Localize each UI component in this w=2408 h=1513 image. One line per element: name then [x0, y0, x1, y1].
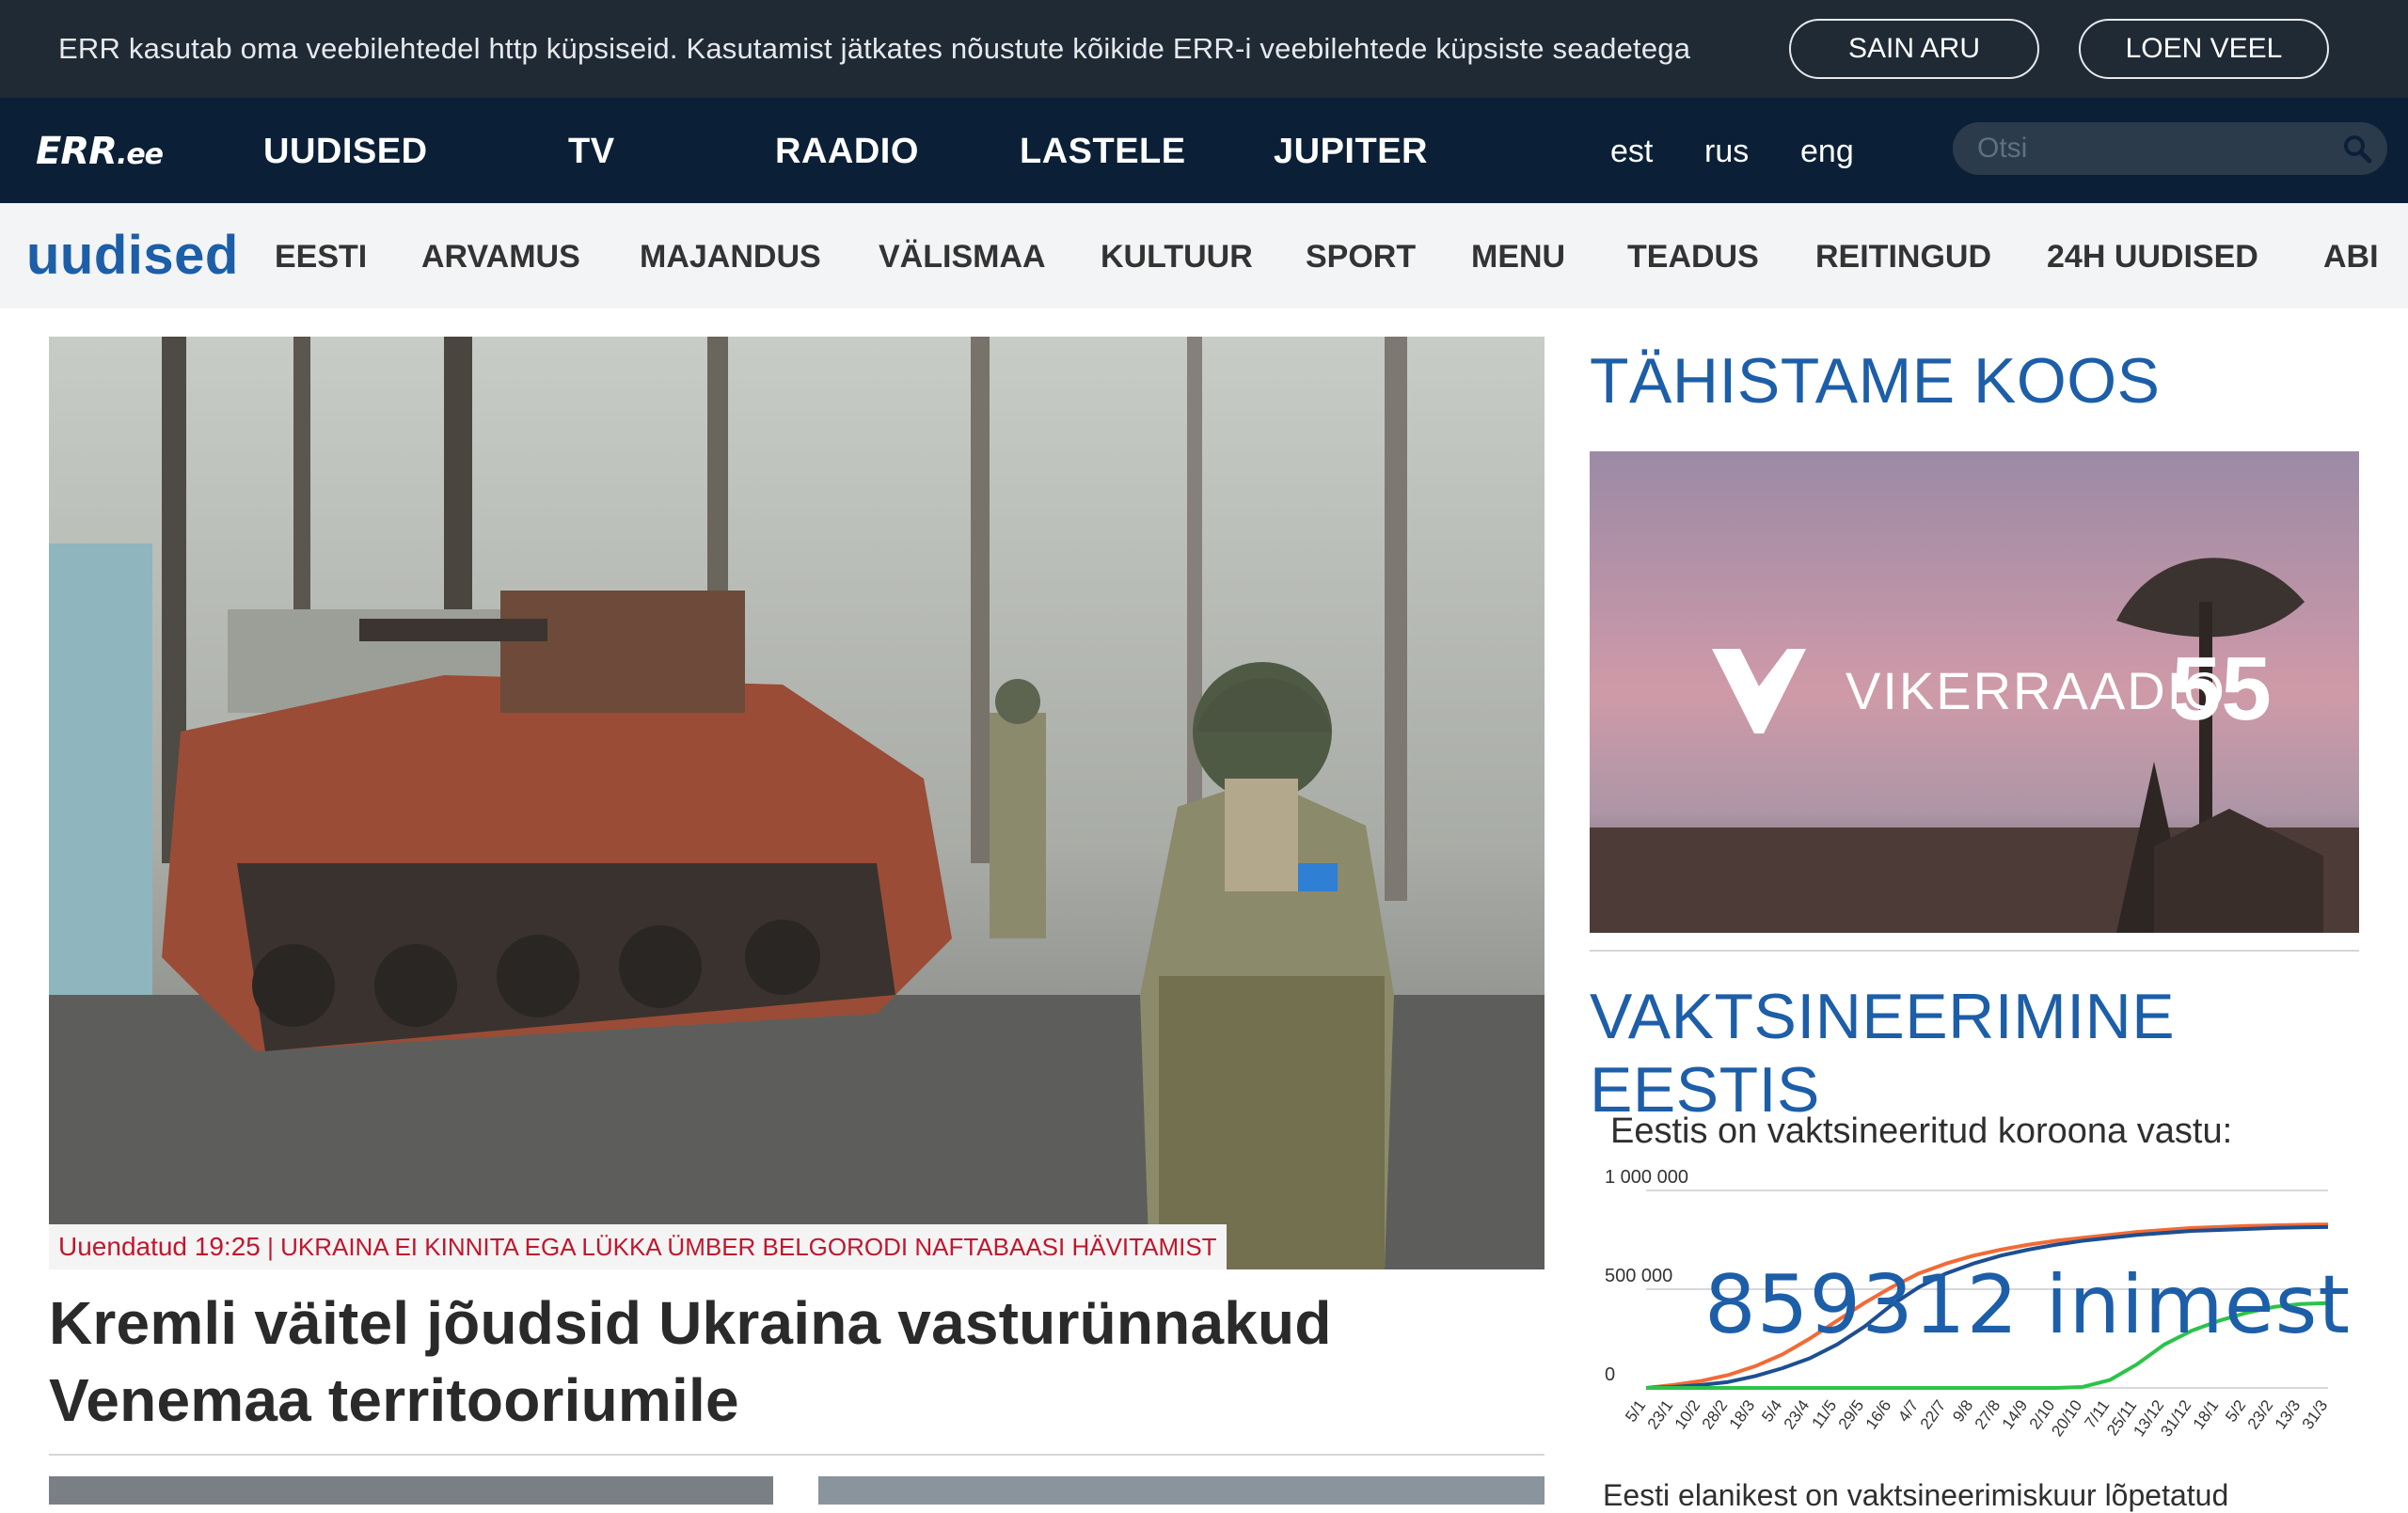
- subnav-teadus[interactable]: TEADUS: [1627, 239, 1759, 276]
- chart-x-tick-label: 22/7: [1917, 1396, 1950, 1432]
- lang-eng[interactable]: eng: [1800, 134, 1854, 170]
- tag-topic: UKRAINA EI KINNITA EGA LÜKKA ÜMBER BELGO…: [280, 1232, 1217, 1261]
- logo-suffix: .ee: [116, 138, 164, 171]
- chart-x-tick-label: 18/1: [2190, 1396, 2223, 1432]
- subnav-eesti[interactable]: EESTI: [275, 239, 367, 276]
- vaccination-subtitle: Eestis on vaktsineeritud koroona vastu:: [1610, 1111, 2233, 1151]
- chart-y-tick-label: 0: [1605, 1364, 1615, 1385]
- nav-lastele[interactable]: LASTELE: [1020, 132, 1186, 172]
- subnav-menu[interactable]: MENU: [1471, 239, 1565, 276]
- read-more-cookies-button[interactable]: LOEN VEEL: [2079, 19, 2329, 79]
- logo-text: ERR: [36, 130, 118, 173]
- chart-x-tick-label: 27/8: [1972, 1396, 2004, 1432]
- chart-x-tick-label: 28/2: [1699, 1396, 1732, 1432]
- sidebar-divider: [1590, 950, 2359, 952]
- vikerraadio-promo[interactable]: VIKERRAADIO 55: [1590, 451, 2359, 933]
- nav-uudised[interactable]: UUDISED: [263, 132, 428, 172]
- chart-x-tick-label: 16/6: [1862, 1396, 1895, 1432]
- chart-x-tick-label: 31/12: [2157, 1396, 2194, 1440]
- vaccination-title: VAKTSINEERIMINE EESTIS: [1590, 981, 2176, 1126]
- chart-x-tick-label: 23/4: [1781, 1396, 1814, 1432]
- tag-separator: |: [267, 1232, 274, 1261]
- subnav-24h-uudised[interactable]: 24H UUDISED: [2047, 239, 2258, 276]
- vaccination-footer: Eesti elanikest on vaktsineerimiskuur lõ…: [1603, 1478, 2229, 1512]
- article-thumbnail[interactable]: [49, 1476, 773, 1505]
- search-box: [1953, 122, 2387, 175]
- subnav-kultuur[interactable]: KULTUUR: [1101, 239, 1253, 276]
- hero-photo: [49, 337, 1545, 1269]
- article-headline[interactable]: Kremli väitel jõudsid Ukraina vasturünna…: [49, 1284, 1545, 1439]
- promo-brand: VIKERRAADIO: [1846, 661, 2226, 720]
- chart-x-tick-label: 10/2: [1671, 1396, 1704, 1432]
- chart-x-tick-label: 13/3: [2272, 1396, 2305, 1432]
- chart-x-tick-label: 20/10: [2048, 1396, 2085, 1440]
- chart-x-tick-label: 23/1: [1644, 1396, 1677, 1432]
- chart-x-tick-label: 18/3: [1726, 1396, 1759, 1432]
- article-divider: [49, 1454, 1545, 1456]
- nav-tv[interactable]: TV: [568, 132, 615, 172]
- nav-raadio[interactable]: RAADIO: [775, 132, 919, 172]
- vaccination-count: 859312 inimest: [1704, 1258, 2352, 1352]
- chart-x-tick-label: 29/5: [1835, 1396, 1868, 1432]
- promo-title: TÄHISTAME KOOS: [1590, 345, 2161, 417]
- vikerraadio-logo-icon: [1712, 649, 1806, 733]
- lang-rus[interactable]: rus: [1704, 134, 1749, 170]
- article-thumbnail[interactable]: [818, 1476, 1545, 1505]
- subnav-majandus[interactable]: MAJANDUS: [640, 239, 821, 276]
- chart-x-tick-label: 31/3: [2299, 1396, 2332, 1432]
- updated-label: Uuendatud 19:25: [58, 1232, 261, 1261]
- section-navigation: uudised EESTI ARVAMUS MAJANDUS VÄLISMAA …: [0, 203, 2408, 308]
- cookie-text: ERR kasutab oma veebilehtedel http küpsi…: [58, 32, 1691, 65]
- article-tag[interactable]: Uuendatud 19:25 | UKRAINA EI KINNITA EGA…: [49, 1224, 1227, 1269]
- subnav-sport[interactable]: SPORT: [1306, 239, 1416, 276]
- hero-image[interactable]: [49, 337, 1545, 1269]
- promo-number: 55: [2171, 638, 2272, 739]
- chart-x-tick-label: 23/2: [2244, 1396, 2277, 1432]
- section-logo[interactable]: uudised: [26, 224, 239, 287]
- chart-x-tick-label: 14/9: [1999, 1396, 2032, 1432]
- subnav-valismaa[interactable]: VÄLISMAA: [879, 239, 1046, 276]
- chart-x-tick-label: 11/5: [1808, 1396, 1840, 1431]
- top-navigation: ERR.ee UUDISED TV RAADIO LASTELE JUPITER…: [0, 98, 2408, 203]
- cookie-banner: ERR kasutab oma veebilehtedel http küpsi…: [0, 0, 2408, 98]
- err-logo[interactable]: ERR.ee: [36, 130, 164, 173]
- subnav-reitingud[interactable]: REITINGUD: [1815, 239, 1991, 276]
- chart-y-tick-label: 500 000: [1605, 1266, 1672, 1286]
- subnav-arvamus[interactable]: ARVAMUS: [421, 239, 580, 276]
- subnav-abi[interactable]: ABI: [2323, 239, 2379, 276]
- search-input[interactable]: [1977, 130, 2325, 167]
- nav-jupiter[interactable]: JUPITER: [1274, 132, 1428, 172]
- search-icon[interactable]: [2342, 134, 2372, 164]
- accept-cookies-button[interactable]: SAIN ARU: [1789, 19, 2039, 79]
- lang-est[interactable]: est: [1610, 134, 1653, 170]
- chart-y-tick-label: 1 000 000: [1605, 1167, 1688, 1188]
